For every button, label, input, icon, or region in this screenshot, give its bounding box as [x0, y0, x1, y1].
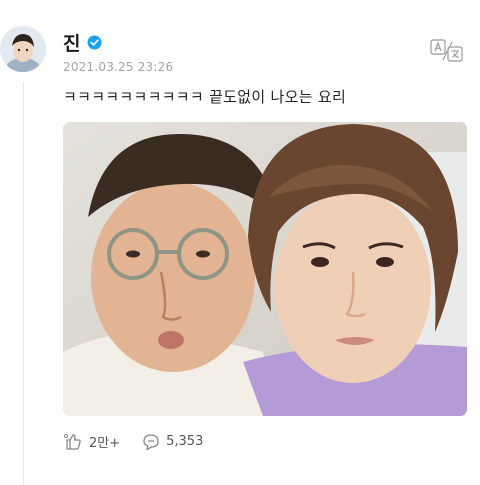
- post-actions: 2만+ 5,353: [63, 432, 225, 451]
- verified-badge-icon: [87, 35, 102, 50]
- comment-count: 5,353: [166, 434, 204, 449]
- comment-button[interactable]: 5,353: [142, 433, 203, 451]
- comment-icon: [143, 433, 159, 450]
- like-count: 2만+: [89, 436, 121, 451]
- avatar[interactable]: [0, 26, 46, 72]
- author-name[interactable]: 진: [63, 29, 81, 56]
- post-timestamp: 2021.03.25 23:26: [63, 60, 174, 74]
- post-photo[interactable]: [63, 122, 467, 416]
- post-header: 진 2021.03.25 23:26: [63, 29, 174, 75]
- translate-icon: [430, 39, 463, 62]
- translate-button[interactable]: [430, 38, 464, 62]
- post-text: ㅋㅋㅋㅋㅋㅋㅋㅋㅋㅋ 끝도없이 나오는 요리: [63, 88, 347, 106]
- thread-line: [23, 82, 24, 485]
- like-icon: [63, 433, 81, 450]
- like-button[interactable]: 2만+: [63, 432, 120, 451]
